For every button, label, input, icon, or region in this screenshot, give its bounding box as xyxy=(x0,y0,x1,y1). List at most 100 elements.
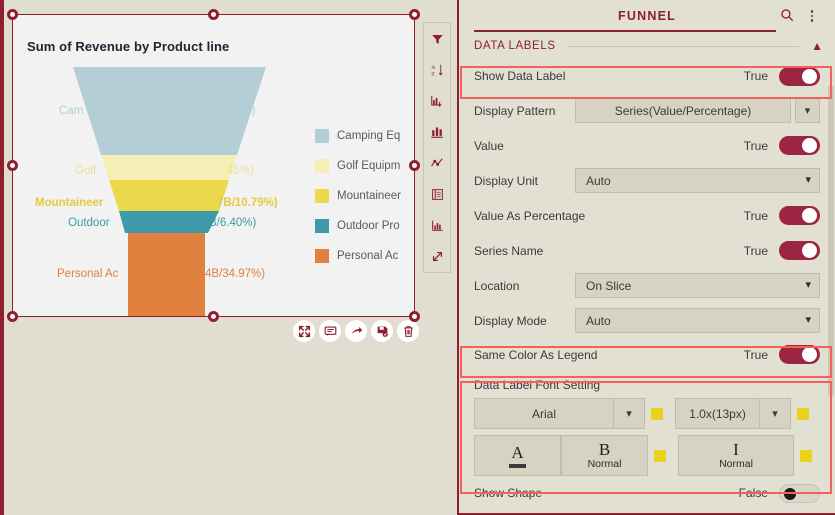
select-display-pattern[interactable]: Series(Value/Percentage) ▾ xyxy=(575,98,820,123)
legend-item[interactable]: Outdoor Pro xyxy=(315,211,414,241)
row-value[interactable]: Value True xyxy=(459,128,835,163)
legend-label: Golf Equipm xyxy=(337,160,401,172)
legend-item[interactable]: Camping Eq xyxy=(315,121,414,151)
legend-item[interactable]: Personal Ac xyxy=(315,241,414,271)
select-font-family[interactable]: Arial ▾ xyxy=(474,398,645,429)
chevron-down-icon[interactable]: ▾ xyxy=(805,315,811,326)
row-value: True xyxy=(743,69,768,83)
line-chart-icon[interactable] xyxy=(427,153,447,173)
more-vertical-icon[interactable] xyxy=(805,8,819,24)
toggle-value[interactable] xyxy=(779,136,820,155)
widget-action-toolbar[interactable] xyxy=(293,320,419,342)
row-label: Same Color As Legend xyxy=(474,347,598,362)
toggle-show-shape[interactable] xyxy=(779,483,820,503)
chevron-down-icon[interactable]: ▾ xyxy=(805,280,811,291)
legend-swatch-outdoor xyxy=(315,219,329,233)
section-title: DATA LABELS xyxy=(474,40,556,52)
chevron-down-icon[interactable]: ▾ xyxy=(614,398,645,429)
share-icon[interactable] xyxy=(345,320,367,342)
row-display-pattern[interactable]: Display Pattern Series(Value/Percentage)… xyxy=(459,93,835,128)
chevron-down-icon[interactable]: ▾ xyxy=(805,175,811,186)
select-display-unit[interactable]: Auto ▾ xyxy=(575,168,820,193)
drill-chart-icon[interactable] xyxy=(427,91,447,111)
expand-icon[interactable] xyxy=(293,320,315,342)
toggle-series-name[interactable] xyxy=(779,241,820,260)
font-family-color-swatch[interactable] xyxy=(651,407,663,420)
panel-scrollbar[interactable] xyxy=(828,86,834,396)
section-header-data-labels[interactable]: DATA LABELS ▲ xyxy=(459,33,835,59)
row-display-mode[interactable]: Display Mode Auto ▾ xyxy=(459,303,835,338)
sort-az-icon[interactable]: A Z xyxy=(427,60,447,80)
italic-color-swatch[interactable] xyxy=(800,449,812,462)
legend-item[interactable]: Mountaineer xyxy=(315,181,414,211)
row-label: Show Data Label xyxy=(474,69,566,83)
bold-glyph: B xyxy=(598,440,611,460)
selection-handle-top-center[interactable] xyxy=(208,9,219,20)
selection-handle-top-left[interactable] xyxy=(7,9,18,20)
row-value-text: True xyxy=(743,243,768,258)
selection-handle-mid-left[interactable] xyxy=(7,160,18,171)
font-family-value[interactable]: Arial xyxy=(474,398,614,429)
selection-handle-bottom-right[interactable] xyxy=(409,311,420,322)
legend-label: Mountaineer xyxy=(337,190,401,202)
underline-button[interactable]: A xyxy=(474,435,561,476)
legend-label: Camping Eq xyxy=(337,130,401,142)
font-size-value[interactable]: 1.0x(13px) xyxy=(675,398,760,429)
filter-icon[interactable] xyxy=(427,29,447,49)
table-icon[interactable] xyxy=(427,184,447,204)
funnel-segment-outdoor[interactable] xyxy=(119,211,219,233)
chevron-up-icon[interactable]: ▲ xyxy=(811,40,823,52)
row-show-data-label[interactable]: Show Data Label True xyxy=(459,59,835,93)
row-same-color-as-legend[interactable]: Same Color As Legend True xyxy=(459,338,835,371)
select-display-mode[interactable]: Auto ▾ xyxy=(575,308,820,333)
chart-legend[interactable]: Camping Eq Golf Equipm Mountaineer Outdo… xyxy=(315,121,414,271)
histogram-icon[interactable] xyxy=(427,215,447,235)
select-font-size[interactable]: 1.0x(13px) ▾ xyxy=(675,398,791,429)
search-icon[interactable] xyxy=(780,8,794,25)
funnel-segment-mountaineering[interactable] xyxy=(109,180,229,211)
font-size-color-swatch[interactable] xyxy=(797,407,809,420)
bold-button[interactable]: B Normal xyxy=(561,435,648,476)
row-series-name[interactable]: Series Name True xyxy=(459,233,835,268)
chart-type-toolbar[interactable]: A Z xyxy=(423,22,451,273)
selection-handle-mid-right[interactable] xyxy=(409,160,420,171)
row-label: Value As Percentage xyxy=(474,208,586,223)
italic-button[interactable]: I Normal xyxy=(678,435,794,476)
toggle-same-color-as-legend[interactable] xyxy=(779,345,820,364)
row-label: Display Pattern xyxy=(474,103,556,118)
select-display-mode-value: Auto xyxy=(586,313,611,328)
chevron-down-icon[interactable]: ▾ xyxy=(795,98,820,123)
funnel-segment-golf[interactable] xyxy=(101,155,237,180)
selection-handle-top-right[interactable] xyxy=(409,9,420,20)
row-value-as-percentage[interactable]: Value As Percentage True xyxy=(459,198,835,233)
legend-label: Outdoor Pro xyxy=(337,220,400,232)
bar-chart-icon[interactable] xyxy=(427,122,447,142)
row-value-text: True xyxy=(743,138,768,153)
select-display-pattern-value[interactable]: Series(Value/Percentage) xyxy=(575,98,791,123)
row-location[interactable]: Location On Slice ▾ xyxy=(459,268,835,303)
select-location[interactable]: On Slice ▾ xyxy=(575,273,820,298)
row-display-unit[interactable]: Display Unit Auto ▾ xyxy=(459,163,835,198)
panel-header: FUNNEL xyxy=(459,0,835,33)
resize-diagonal-icon[interactable] xyxy=(427,246,447,266)
toggle-show-data-label[interactable] xyxy=(779,66,820,86)
legend-swatch-golf xyxy=(315,159,329,173)
trash-icon[interactable] xyxy=(397,320,419,342)
chevron-down-icon[interactable]: ▾ xyxy=(760,398,791,429)
funnel-segment-camping[interactable] xyxy=(73,67,266,155)
properties-panel: FUNNEL DATA LABELS ▲ Show Data Label Tru… xyxy=(457,0,835,515)
svg-text:Z: Z xyxy=(431,72,435,77)
row-show-shape[interactable]: Show Shape False xyxy=(459,482,835,504)
legend-item[interactable]: Golf Equipm xyxy=(315,151,414,181)
funnel-segment-personal[interactable] xyxy=(128,233,205,316)
toggle-value-as-percentage[interactable] xyxy=(779,206,820,225)
chart-widget[interactable]: Sum of Revenue by Product line Cam 9%) G… xyxy=(12,14,415,317)
panel-title: FUNNEL xyxy=(618,9,676,23)
comment-icon[interactable] xyxy=(319,320,341,342)
selection-handle-bottom-left[interactable] xyxy=(7,311,18,322)
italic-glyph: I xyxy=(733,440,739,460)
selection-handle-bottom-center[interactable] xyxy=(208,311,219,322)
save-icon[interactable] xyxy=(371,320,393,342)
bold-color-swatch[interactable] xyxy=(654,449,666,462)
panel-title-underline xyxy=(474,30,776,32)
